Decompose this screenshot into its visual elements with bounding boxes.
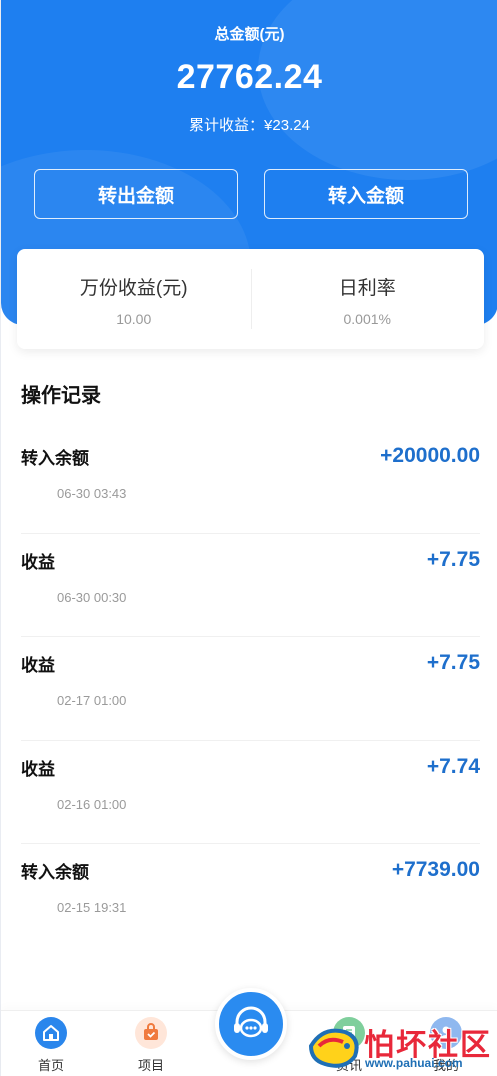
headset-chat-icon: [234, 1006, 268, 1038]
record-amount: +7.75: [426, 547, 480, 571]
bag-icon: [135, 1017, 167, 1049]
tab-home[interactable]: 首页: [16, 1011, 86, 1076]
record-type: 收益: [21, 656, 55, 675]
record-time: 06-30 03:43: [57, 486, 127, 501]
record-time: 02-17 01:00: [57, 693, 127, 708]
accumulated-earnings: 累计收益：¥23.24: [189, 117, 310, 134]
rate-title: 万份收益(元): [79, 278, 188, 299]
record-time: 02-15 19:31: [57, 900, 127, 915]
list-item[interactable]: 收益 02-17 01:00 +7.75: [21, 637, 480, 741]
tab-label: 首页: [37, 1058, 64, 1073]
total-label: 总金额(元): [214, 26, 285, 43]
record-amount: +7.75: [426, 651, 480, 674]
rate-value: 10.00: [116, 311, 152, 327]
tab-project[interactable]: 项目: [116, 1011, 186, 1076]
page: 总金额(元) 27762.24 累计收益：¥23.24 转出金额 转入金额 万份…: [0, 0, 497, 1076]
total-amount: 27762.24: [176, 58, 323, 96]
watermark: 怕坏社区 www.pahuai.com: [301, 1014, 497, 1076]
list-item[interactable]: 转入余额 02-15 19:31 +7739.00: [21, 844, 480, 948]
transfer-in-button[interactable]: 转入金额: [264, 169, 468, 219]
customer-service-button[interactable]: [215, 988, 287, 1060]
watermark-logo-icon: [308, 1028, 359, 1068]
home-icon: [35, 1017, 67, 1049]
list-item[interactable]: 收益 02-16 01:00 +7.74: [21, 741, 480, 844]
list-item[interactable]: 转入余额 06-30 03:43 +20000.00: [21, 430, 480, 534]
daily-rate: 日利率 0.001%: [250, 249, 485, 349]
rate-value: 0.001%: [343, 311, 391, 327]
per-ten-thousand-income: 万份收益(元) 10.00: [17, 249, 251, 349]
record-type: 收益: [21, 552, 55, 572]
record-amount: +7.74: [426, 754, 480, 778]
records-list: 转入余额 06-30 03:43 +20000.00 收益 06-30 00:3…: [1, 430, 497, 948]
record-time: 06-30 00:30: [57, 589, 127, 605]
record-amount: +20000.00: [380, 444, 480, 467]
rate-card: 万份收益(元) 10.00 日利率 0.001%: [17, 249, 484, 349]
tab-label: 项目: [137, 1058, 164, 1073]
record-amount: +7739.00: [391, 858, 480, 881]
rate-title: 日利率: [338, 278, 396, 299]
records-title: 操作记录: [21, 385, 101, 407]
transfer-out-button[interactable]: 转出金额: [34, 169, 238, 219]
record-type: 转入余额: [21, 449, 89, 468]
record-type: 收益: [21, 759, 55, 779]
watermark-url: www.pahuai.com: [365, 1056, 463, 1070]
list-item[interactable]: 收益 06-30 00:30 +7.75: [21, 534, 480, 637]
record-time: 02-16 01:00: [57, 796, 127, 812]
record-type: 转入余额: [21, 863, 89, 882]
